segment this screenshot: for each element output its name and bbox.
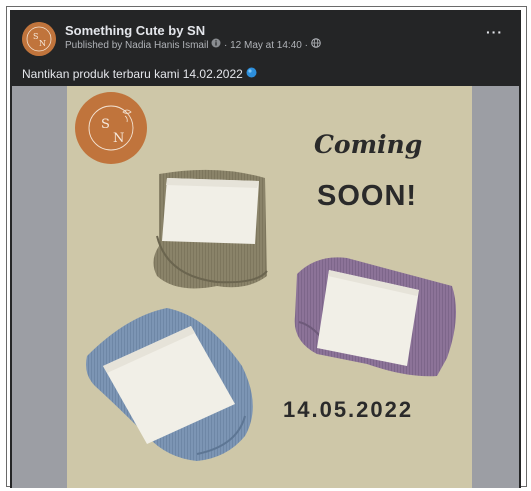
post-timestamp[interactable]: 12 May at 14:40 bbox=[230, 40, 302, 51]
page-avatar[interactable]: S N bbox=[22, 22, 56, 56]
blue-circle-emoji-icon bbox=[246, 67, 257, 81]
olive-sock-illustration bbox=[86, 169, 456, 461]
more-options-icon[interactable]: ··· bbox=[486, 24, 503, 40]
avatar-logo-icon: S N bbox=[22, 22, 56, 56]
meta-separator: · bbox=[304, 40, 308, 52]
post-meta: Published by Nadia Hanis Ismail · 12 May… bbox=[65, 38, 321, 52]
globe-icon[interactable] bbox=[310, 38, 321, 51]
facebook-post: S N Something Cute by SN Published by Na… bbox=[10, 10, 521, 488]
launch-date: 14.05.2022 bbox=[283, 397, 414, 422]
published-prefix: Published by bbox=[65, 40, 123, 52]
caption-text: Nantikan produk terbaru kami 14.02.2022 bbox=[22, 67, 243, 81]
svg-text:N: N bbox=[39, 39, 46, 48]
product-photo[interactable]: S N Coming SOON! 14.05.2022 bbox=[67, 86, 472, 488]
post-caption: Nantikan produk terbaru kami 14.02.2022 bbox=[22, 67, 257, 81]
page-name-link[interactable]: Something Cute by SN bbox=[65, 23, 205, 38]
info-icon[interactable] bbox=[211, 38, 221, 51]
meta-separator: · bbox=[223, 40, 228, 52]
post-image-container[interactable]: S N Coming SOON! 14.05.2022 bbox=[12, 86, 519, 488]
publisher-name[interactable]: Nadia Hanis Ismail bbox=[125, 40, 208, 51]
svg-text:S: S bbox=[33, 32, 38, 41]
